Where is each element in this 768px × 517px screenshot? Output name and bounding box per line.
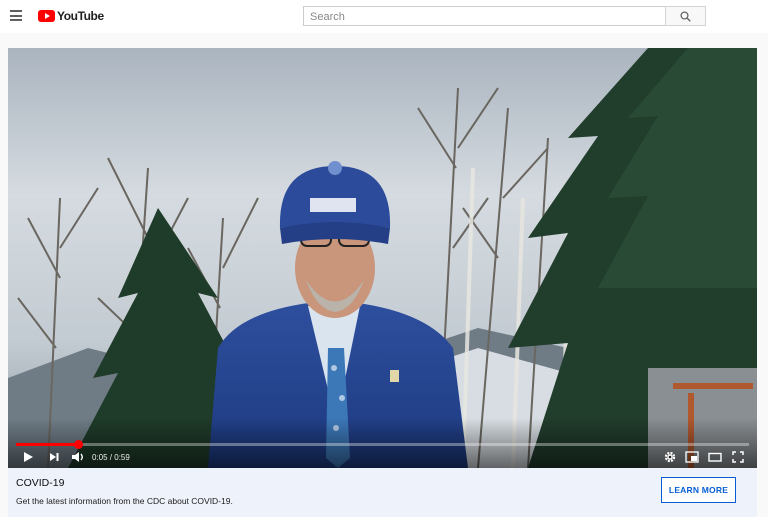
play-icon[interactable]: [22, 451, 34, 463]
learn-more-button[interactable]: LEARN MORE: [661, 477, 736, 503]
theater-icon[interactable]: [708, 451, 722, 463]
search-button[interactable]: [665, 6, 706, 26]
time-display: 0:05 / 0:59: [92, 453, 130, 462]
banner-text: Get the latest information from the CDC …: [16, 496, 233, 506]
search-box: [303, 6, 666, 26]
miniplayer-icon[interactable]: [685, 451, 699, 463]
covid-info-banner: COVID-19 Get the latest information from…: [8, 468, 757, 517]
menu-icon[interactable]: [10, 10, 22, 21]
logo-text: YouTube: [57, 9, 104, 23]
youtube-logo[interactable]: YouTube: [38, 9, 104, 23]
youtube-logo-icon: [38, 10, 55, 22]
progress-fill: [16, 443, 79, 446]
player-controls: 0:05 / 0:59: [8, 448, 757, 468]
banner-title: COVID-19: [16, 477, 65, 489]
video-frame: [8, 48, 757, 468]
masthead: YouTube: [0, 0, 768, 33]
search-input[interactable]: [304, 8, 666, 26]
next-icon[interactable]: [48, 451, 60, 463]
volume-icon[interactable]: [71, 451, 85, 463]
fullscreen-icon[interactable]: [732, 451, 744, 463]
progress-bar[interactable]: [16, 440, 749, 449]
settings-icon[interactable]: [664, 451, 676, 463]
video-player[interactable]: 0:05 / 0:59: [8, 48, 757, 468]
search-icon: [680, 11, 691, 22]
